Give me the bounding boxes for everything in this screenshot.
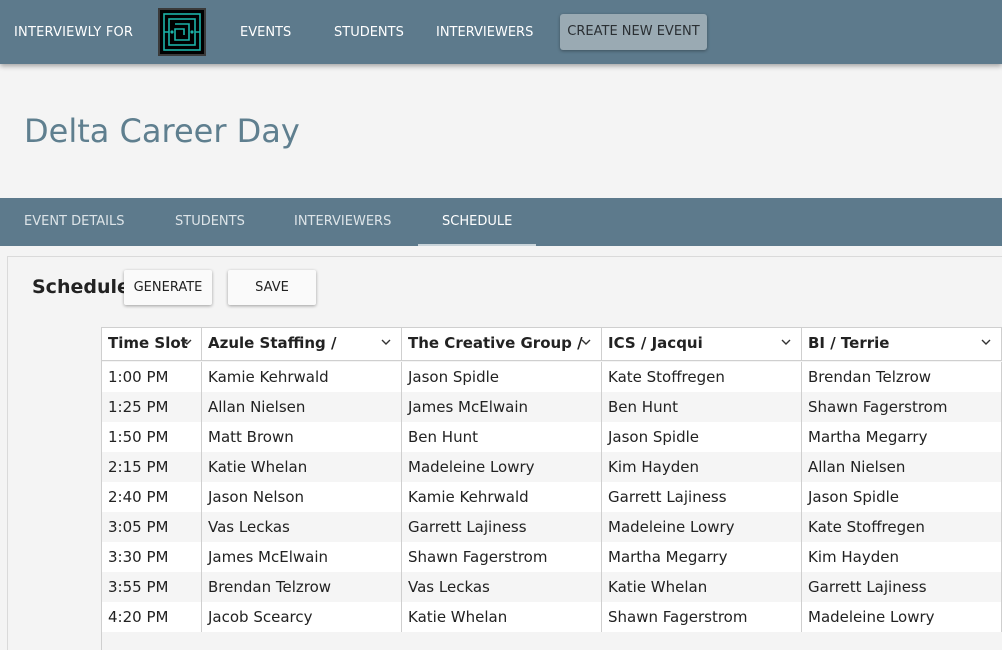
interview-slot-cell[interactable]: Martha Megarry [602, 542, 802, 572]
time-slot-cell[interactable]: 1:50 PM [102, 422, 202, 452]
interview-slot-cell[interactable]: Matt Brown [202, 422, 402, 452]
table-row: 3:30 PM James McElwain Shawn Fagerstrom Mar… [102, 542, 1002, 572]
time-slot-cell[interactable]: 3:30 PM [102, 542, 202, 572]
interview-slot-cell[interactable]: Jason Nelson [202, 482, 402, 512]
interview-slot-cell[interactable]: Vas Leckas [402, 572, 602, 602]
interview-slot-cell[interactable]: James McElwain [202, 542, 402, 572]
interview-slot-cell[interactable]: Garrett Lajiness [602, 482, 802, 512]
nav-events[interactable]: EVENTS [240, 25, 291, 40]
table-row: 1:00 PM Kamie Kehrwald Jason Spidle Kate St… [102, 362, 1002, 392]
schedule-title: Schedule [32, 276, 130, 298]
chevron-down-icon[interactable] [780, 336, 792, 348]
time-slot-cell[interactable]: 1:00 PM [102, 362, 202, 392]
interview-slot-cell[interactable]: Shawn Fagerstrom [402, 542, 602, 572]
column-header-time-slot[interactable]: Time Slot [102, 328, 202, 361]
interview-slot-cell[interactable]: Martha Megarry [802, 422, 1002, 452]
interview-slot-cell[interactable]: Jason Spidle [802, 482, 1002, 512]
table-row: 4:20 PM Jacob Scearcy Katie Whelan Shawn Fa… [102, 602, 1002, 632]
interview-slot-cell[interactable]: Allan Nielsen [802, 452, 1002, 482]
chevron-down-icon[interactable] [380, 336, 392, 348]
interview-slot-cell[interactable]: James McElwain [402, 392, 602, 422]
table-row: 3:05 PM Vas Leckas Garrett Lajiness Madelei… [102, 512, 1002, 542]
interview-slot-cell[interactable]: Allan Nielsen [202, 392, 402, 422]
time-slot-cell[interactable]: 2:40 PM [102, 482, 202, 512]
table-row: 2:40 PM Jason Nelson Kamie Kehrwald Garrett… [102, 482, 1002, 512]
tab-interviewers[interactable]: INTERVIEWERS [294, 214, 391, 229]
interview-slot-cell[interactable]: Madeleine Lowry [602, 512, 802, 542]
tab-event-details[interactable]: EVENT DETAILS [24, 214, 125, 229]
schedule-grid: Time Slot Azule Staffing / The Creative … [101, 327, 1002, 650]
time-slot-cell[interactable]: 2:15 PM [102, 452, 202, 482]
tab-schedule[interactable]: SCHEDULE [442, 214, 512, 229]
column-header-label: Azule Staffing / [208, 334, 337, 352]
tab-students[interactable]: STUDENTS [175, 214, 245, 229]
column-header-label: The Creative Group / [408, 334, 583, 352]
nav-interviewers[interactable]: INTERVIEWERS [436, 25, 533, 40]
page-header: Delta Career Day [0, 64, 1002, 198]
table-row: 2:15 PM Katie Whelan Madeleine Lowry Kim Ha… [102, 452, 1002, 482]
interview-slot-cell[interactable]: Garrett Lajiness [402, 512, 602, 542]
tab-bar: EVENT DETAILS STUDENTS INTERVIEWERS SCHE… [0, 198, 1002, 246]
column-header-ics-jacqui[interactable]: ICS / Jacqui [602, 328, 802, 361]
interview-slot-cell[interactable]: Jason Spidle [602, 422, 802, 452]
interview-slot-cell[interactable]: Jason Spidle [402, 362, 602, 392]
interview-slot-cell[interactable]: Katie Whelan [202, 452, 402, 482]
interview-slot-cell[interactable]: Katie Whelan [402, 602, 602, 632]
table-row: 1:50 PM Matt Brown Ben Hunt Jason Spidle Mar… [102, 422, 1002, 452]
column-header-label: Time Slot [108, 334, 188, 352]
chevron-down-icon[interactable] [181, 336, 193, 348]
chevron-down-icon[interactable] [980, 336, 992, 348]
interview-slot-cell[interactable]: Ben Hunt [602, 392, 802, 422]
interview-slot-cell[interactable]: Madeleine Lowry [802, 602, 1002, 632]
time-slot-cell[interactable]: 4:20 PM [102, 602, 202, 632]
create-new-event-button[interactable]: CREATE NEW EVENT [560, 14, 707, 50]
interview-slot-cell[interactable]: Garrett Lajiness [802, 572, 1002, 602]
interview-slot-cell[interactable]: Jacob Scearcy [202, 602, 402, 632]
interview-slot-cell[interactable]: Kate Stoffregen [802, 512, 1002, 542]
table-row: 1:25 PM Allan Nielsen James McElwain Ben Hu… [102, 392, 1002, 422]
column-header-creative-group[interactable]: The Creative Group / [402, 328, 602, 361]
interview-slot-cell[interactable]: Brendan Telzrow [202, 572, 402, 602]
time-slot-cell[interactable]: 3:55 PM [102, 572, 202, 602]
column-header-bi-terrie[interactable]: BI / Terrie [802, 328, 1002, 361]
column-header-label: BI / Terrie [808, 334, 890, 352]
save-button[interactable]: SAVE [228, 270, 316, 305]
interview-slot-cell[interactable]: Madeleine Lowry [402, 452, 602, 482]
column-header-azule-staffing[interactable]: Azule Staffing / [202, 328, 402, 361]
interview-slot-cell[interactable]: Ben Hunt [402, 422, 602, 452]
interview-slot-cell[interactable]: Kamie Kehrwald [402, 482, 602, 512]
interview-slot-cell[interactable]: Brendan Telzrow [802, 362, 1002, 392]
time-slot-cell[interactable]: 3:05 PM [102, 512, 202, 542]
maze-logo-icon[interactable] [158, 8, 206, 56]
interview-slot-cell[interactable]: Katie Whelan [602, 572, 802, 602]
active-tab-indicator [418, 244, 536, 246]
interview-slot-cell[interactable]: Kim Hayden [802, 542, 1002, 572]
interview-slot-cell[interactable]: Kate Stoffregen [602, 362, 802, 392]
table-row: 3:55 PM Brendan Telzrow Vas Leckas Katie Wh… [102, 572, 1002, 602]
interview-slot-cell[interactable]: Shawn Fagerstrom [602, 602, 802, 632]
interview-slot-cell[interactable]: Shawn Fagerstrom [802, 392, 1002, 422]
nav-students[interactable]: STUDENTS [334, 25, 404, 40]
brand-title: INTERVIEWLY FOR [14, 25, 134, 40]
chevron-down-icon[interactable] [580, 336, 592, 348]
top-app-bar: INTERVIEWLY FOR EVENTS STUDENTS INTERVIE… [0, 0, 1002, 64]
column-header-label: ICS / Jacqui [608, 334, 703, 352]
time-slot-cell[interactable]: 1:25 PM [102, 392, 202, 422]
interview-slot-cell[interactable]: Kamie Kehrwald [202, 362, 402, 392]
generate-button[interactable]: GENERATE [124, 270, 212, 305]
interview-slot-cell[interactable]: Vas Leckas [202, 512, 402, 542]
page-title: Delta Career Day [24, 112, 300, 150]
interview-slot-cell[interactable]: Kim Hayden [602, 452, 802, 482]
